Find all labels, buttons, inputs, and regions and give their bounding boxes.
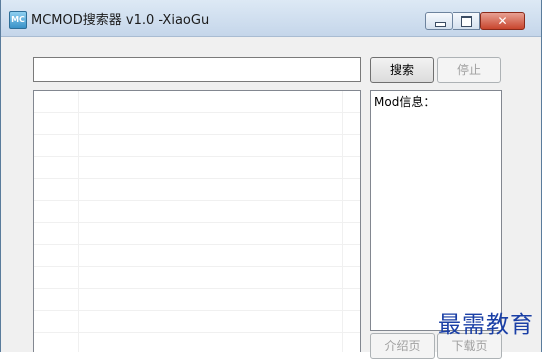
window-title: MCMOD搜索器 v1.0 -XiaoGu: [31, 13, 210, 28]
search-button[interactable]: 搜索: [370, 57, 434, 83]
maximize-button[interactable]: [453, 12, 480, 30]
list-row[interactable]: [34, 245, 360, 267]
mod-info-panel[interactable]: Mod信息：: [370, 90, 502, 331]
search-input[interactable]: [33, 57, 361, 82]
stop-button[interactable]: 停止: [437, 57, 501, 83]
title-bar[interactable]: MC MCMOD搜索器 v1.0 -XiaoGu: [1, 0, 541, 37]
list-row[interactable]: [34, 333, 360, 352]
results-list[interactable]: [33, 90, 361, 352]
watermark-text: 最需教育: [438, 312, 534, 338]
mod-info-label: Mod信息：: [374, 95, 436, 109]
app-icon: MC: [9, 11, 27, 29]
list-row[interactable]: [34, 267, 360, 289]
list-row[interactable]: [34, 311, 360, 333]
list-row[interactable]: [34, 289, 360, 311]
list-row[interactable]: [34, 113, 360, 135]
list-row[interactable]: [34, 157, 360, 179]
app-window: MC MCMOD搜索器 v1.0 -XiaoGu 搜索 停止 Mod信息： 介绍…: [0, 0, 542, 359]
list-row[interactable]: [34, 135, 360, 157]
close-button[interactable]: [480, 12, 525, 30]
list-row[interactable]: [34, 91, 360, 113]
intro-page-button[interactable]: 介绍页: [370, 333, 435, 359]
minimize-button[interactable]: [425, 12, 453, 30]
list-row[interactable]: [34, 179, 360, 201]
list-row[interactable]: [34, 223, 360, 245]
list-row[interactable]: [34, 201, 360, 223]
